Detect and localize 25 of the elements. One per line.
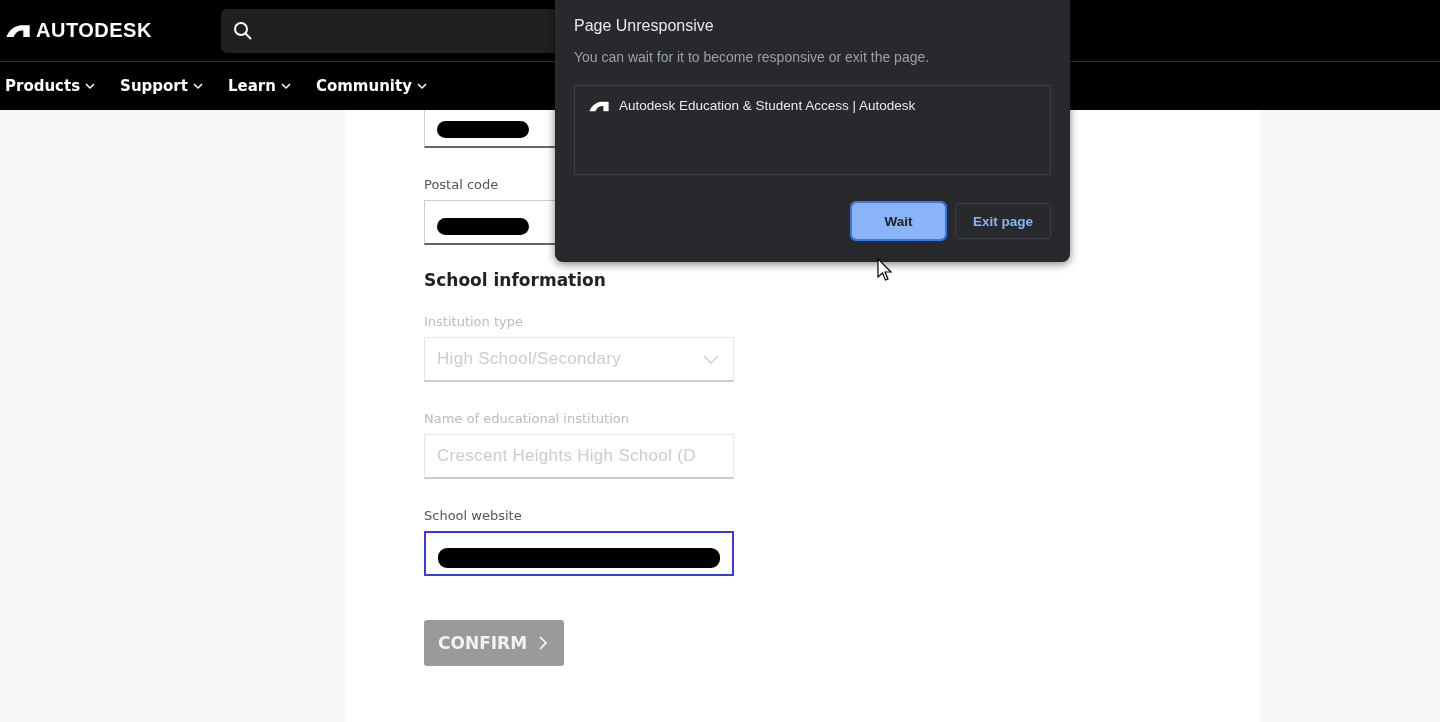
search-icon xyxy=(233,20,253,41)
page-title: Autodesk Education & Student Access | Autodesk xyxy=(619,98,916,113)
exit-button[interactable]: Exit page xyxy=(954,203,1051,239)
field-label: Postal code xyxy=(424,176,500,194)
chevron-down-icon xyxy=(84,80,97,92)
nav-menu-item[interactable]: Community xyxy=(315,77,428,95)
chevron-right-icon xyxy=(537,635,550,651)
logo-text: AUTODESK xyxy=(36,19,152,42)
wait-button[interactable]: Wait xyxy=(851,203,945,239)
nav-menu-item[interactable]: Products xyxy=(5,77,97,95)
dialog-title: Page Unresponsive xyxy=(574,16,715,36)
dialog-message: You can wait for it to become responsive or exit the page. xyxy=(574,49,931,65)
field-label: Institution type xyxy=(424,313,524,331)
nav-menu-item[interactable]: Support xyxy=(120,77,204,95)
chevron-down-icon xyxy=(191,80,204,92)
chevron-down-icon xyxy=(703,355,719,365)
input-field[interactable] xyxy=(424,531,734,576)
section-heading: School information xyxy=(424,269,607,291)
chevron-down-icon xyxy=(279,80,292,92)
nav-menu-item[interactable]: Learn xyxy=(227,77,292,95)
field-label: School website xyxy=(424,507,523,525)
chevron-down-icon xyxy=(415,80,428,92)
field-label: Name of educational institution xyxy=(424,410,630,428)
logo-icon xyxy=(6,22,30,39)
pointer-icon xyxy=(877,258,893,282)
